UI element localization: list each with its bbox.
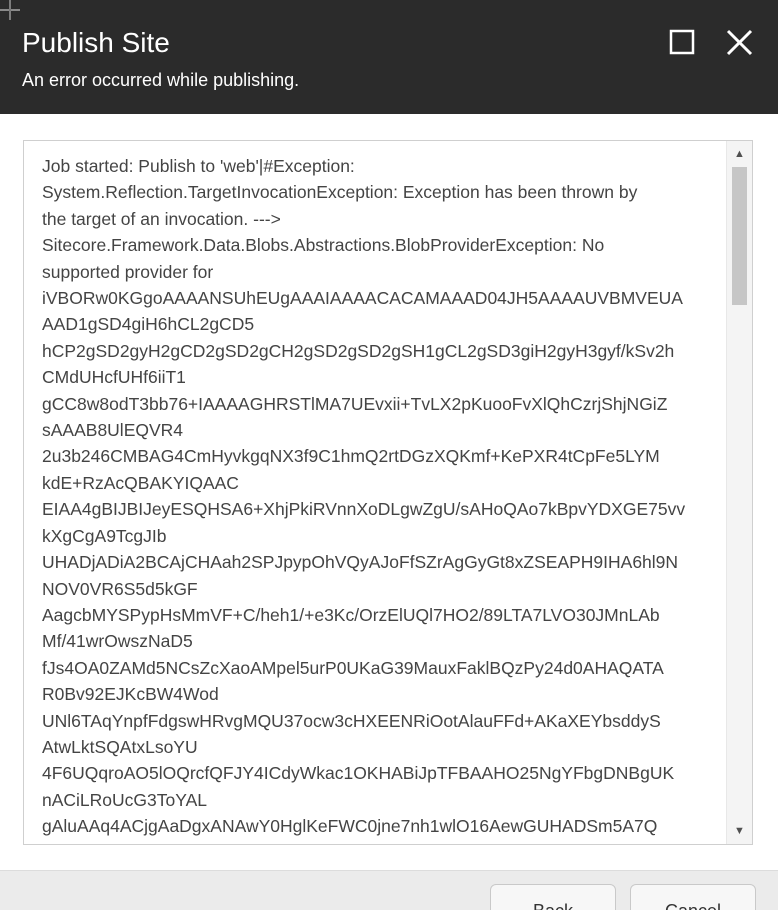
dialog-content: Job started: Publish to 'web'|#Exception… — [0, 114, 778, 870]
publish-site-dialog: Publish Site An error occurred while pub… — [0, 0, 778, 910]
dialog-title: Publish Site — [22, 27, 170, 58]
scrollbar-thumb[interactable] — [732, 167, 747, 305]
dialog-footer: Back Cancel — [0, 870, 778, 910]
crosshair-cursor-icon — [0, 0, 20, 20]
close-icon — [722, 29, 756, 64]
maximize-button[interactable] — [666, 26, 700, 60]
scroll-down-arrow-icon[interactable]: ▼ — [727, 820, 752, 842]
scroll-up-arrow-icon[interactable]: ▲ — [727, 143, 752, 165]
back-button[interactable]: Back — [490, 884, 616, 910]
vertical-scrollbar[interactable]: ▲ ▼ — [726, 141, 752, 844]
close-button[interactable] — [722, 26, 756, 60]
dialog-subtitle: An error occurred while publishing. — [22, 70, 300, 90]
error-log-textarea[interactable]: Job started: Publish to 'web'|#Exception… — [23, 140, 753, 845]
maximize-icon — [666, 29, 700, 64]
cancel-button[interactable]: Cancel — [630, 884, 756, 910]
dialog-header: Publish Site An error occurred while pub… — [0, 0, 778, 114]
error-log-text: Job started: Publish to 'web'|#Exception… — [42, 156, 686, 844]
